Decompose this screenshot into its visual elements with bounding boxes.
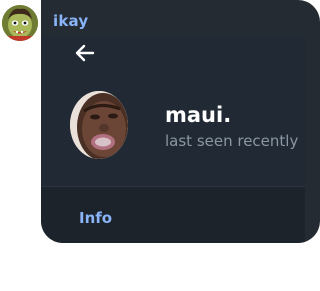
sender-avatar[interactable] [2,5,38,41]
message-bubble[interactable]: ikay maui. last seen recently Info [41,0,320,243]
chat-message-view: ikay maui. last seen recently Info [0,0,320,291]
profile-photo[interactable] [70,91,128,159]
profile-header: maui. last seen recently [41,36,305,186]
section-divider [41,186,305,187]
profile-display-name: maui. [165,103,232,127]
profile-status: last seen recently [165,132,299,150]
cartoon-avatar-icon [2,5,38,41]
info-section-title: Info [79,209,113,227]
profile-photo-image [70,91,128,159]
arrow-left-icon [75,44,95,62]
sender-name[interactable]: ikay [53,12,88,30]
back-button[interactable] [71,39,99,67]
shared-screenshot[interactable]: maui. last seen recently Info [41,36,305,243]
